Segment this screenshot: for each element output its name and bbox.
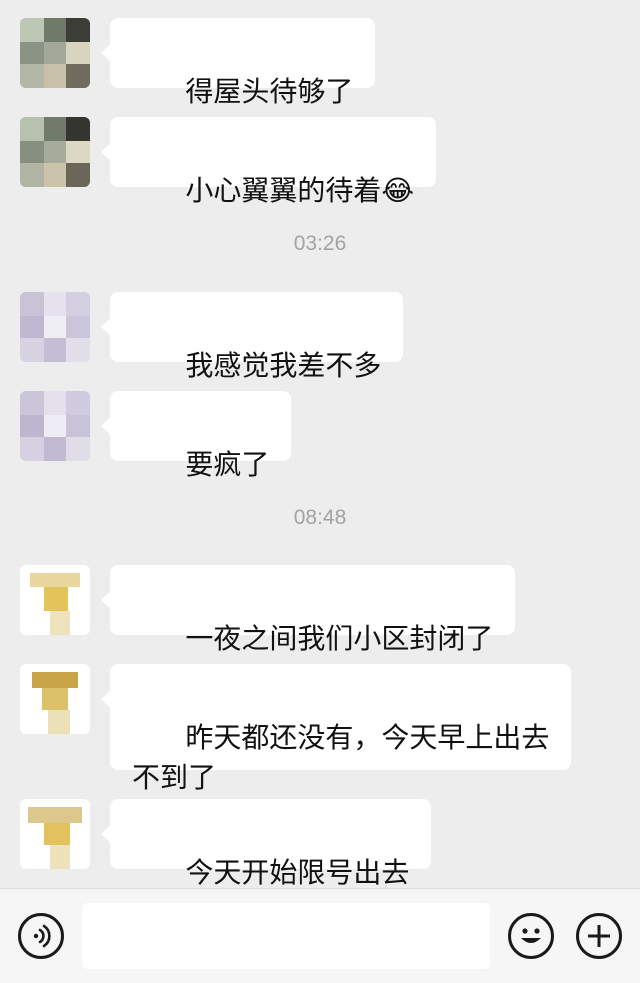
emoji-icon[interactable] [508,913,554,959]
avatar[interactable] [20,799,90,869]
message-text: 要疯了 [185,448,270,481]
input-bar [0,888,640,983]
chat-area[interactable]: 得屋头待够了 小心翼翼的待着😂 03:26 我感觉我差不多 要疯了 08:48 … [0,0,640,888]
avatar[interactable] [20,292,90,362]
avatar[interactable] [20,18,90,88]
message-bubble[interactable]: 要疯了 [100,391,292,481]
avatar[interactable] [20,117,90,187]
message-text: 得屋头待够了 [185,75,354,108]
timestamp: 03:26 [293,232,347,255]
message-text: 今天开始限号出去 [185,856,410,888]
message-bubble[interactable]: 昨天都还没有，今天早上出去 不到了 [100,664,572,794]
message-bubble[interactable]: 今天开始限号出去 [100,799,432,888]
message-text: 我感觉我差不多 [185,349,382,382]
message-text: 一夜之间我们小区封闭了 [185,622,494,655]
timestamp: 08:48 [293,506,347,529]
message-text: 昨天都还没有，今天早上出去 不到了 [132,721,550,794]
avatar[interactable] [20,391,90,461]
avatar[interactable] [20,565,90,635]
message-input[interactable] [82,903,490,969]
message-bubble[interactable]: 一夜之间我们小区封闭了 [100,565,516,655]
laughing-crying-emoji-icon: 😂 [381,174,415,207]
avatar[interactable] [20,664,90,734]
voice-icon[interactable] [18,913,64,959]
message-text: 小心翼翼的待着 [185,174,382,207]
add-icon[interactable] [576,913,622,959]
message-bubble[interactable]: 小心翼翼的待着😂 [100,117,437,207]
message-bubble[interactable]: 得屋头待够了 [100,18,376,108]
message-bubble[interactable]: 我感觉我差不多 [100,292,404,382]
